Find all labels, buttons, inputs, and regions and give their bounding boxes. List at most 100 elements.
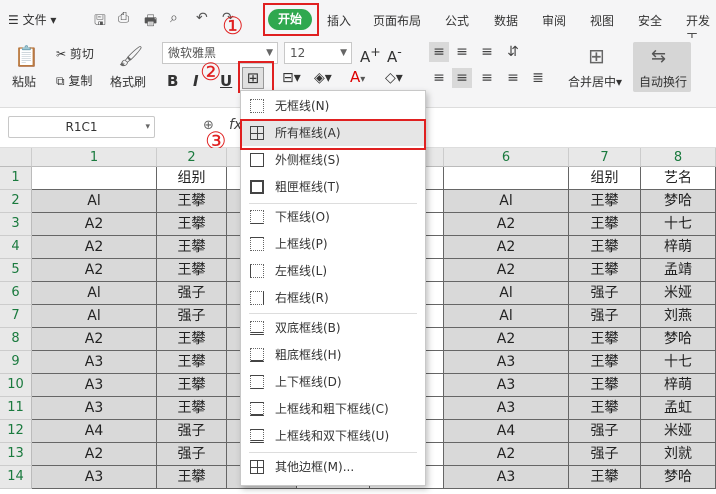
menu-item-bottom-border[interactable]: 下框线(O) — [241, 204, 425, 230]
table-cell[interactable]: A2 — [32, 236, 157, 259]
table-cell[interactable]: A2 — [444, 259, 569, 282]
copy-button[interactable]: ⧉ 复制 — [56, 72, 92, 89]
auto-wrap-button[interactable]: ⇆ 自动换行 — [633, 42, 691, 92]
row-header[interactable]: 10 — [0, 374, 32, 397]
print-preview-icon[interactable]: ⎙ — [118, 10, 129, 26]
table-cell[interactable]: A3 — [32, 466, 157, 489]
table-cell[interactable]: 梓萌 — [641, 236, 716, 259]
table-cell[interactable]: 强子 — [569, 420, 641, 443]
table-cell[interactable]: 王攀 — [569, 351, 641, 374]
row-header[interactable]: 13 — [0, 443, 32, 466]
table-cell[interactable]: 组别 — [157, 167, 227, 190]
table-cell[interactable]: 米娅 — [641, 282, 716, 305]
menu-item-top-bottom-border[interactable]: 上下框线(D) — [241, 369, 425, 395]
table-cell[interactable]: 艺名 — [641, 167, 716, 190]
increase-font-icon[interactable]: A+ — [360, 44, 381, 66]
table-cell[interactable]: 梓萌 — [641, 374, 716, 397]
table-cell[interactable]: A3 — [444, 397, 569, 420]
table-cell[interactable] — [444, 167, 569, 190]
table-cell[interactable]: A3 — [444, 351, 569, 374]
table-cell[interactable]: A3 — [444, 466, 569, 489]
table-cell[interactable]: 孟靖 — [641, 259, 716, 282]
align-left-icon[interactable]: ≡ — [429, 68, 449, 88]
table-cell[interactable]: A3 — [32, 397, 157, 420]
align-center-icon[interactable]: ≡ — [452, 68, 472, 88]
save-icon[interactable]: 🖫 — [94, 10, 106, 34]
file-menu[interactable]: ☰ 文件 ▾ — [8, 11, 56, 28]
paste-icon[interactable]: 📋 — [14, 44, 39, 68]
table-cell[interactable]: Al — [444, 305, 569, 328]
row-header[interactable]: 9 — [0, 351, 32, 374]
table-cell[interactable]: 王攀 — [157, 213, 227, 236]
row-header[interactable]: 11 — [0, 397, 32, 420]
font-size-select[interactable]: 12 ▼ — [284, 42, 352, 64]
table-cell[interactable]: 王攀 — [569, 328, 641, 351]
merge-center-button[interactable]: 合并居中▾ — [568, 73, 622, 90]
table-cell[interactable]: Al — [444, 190, 569, 213]
align-top-icon[interactable]: ≡ — [429, 42, 449, 62]
table-cell[interactable]: A2 — [444, 236, 569, 259]
table-cell[interactable]: 王攀 — [157, 190, 227, 213]
table-cell[interactable]: 王攀 — [569, 190, 641, 213]
tab-page-layout[interactable]: 页面布局 — [373, 12, 421, 29]
table-cell[interactable]: 强子 — [157, 282, 227, 305]
column-header[interactable]: 2 — [157, 148, 227, 167]
table-cell[interactable]: 强子 — [157, 305, 227, 328]
tab-security[interactable]: 安全 — [638, 12, 662, 29]
justify-icon[interactable]: ≡ — [503, 68, 523, 88]
row-header[interactable]: 12 — [0, 420, 32, 443]
undo-icon[interactable]: ↶ — [196, 10, 208, 26]
align-middle-icon[interactable]: ≡ — [452, 42, 472, 62]
menu-item-thick-bottom-border[interactable]: 粗底框线(H) — [241, 342, 425, 368]
table-cell[interactable]: 梦哈 — [641, 466, 716, 489]
tab-data[interactable]: 数据 — [494, 12, 518, 29]
table-cell[interactable]: 王攀 — [569, 397, 641, 420]
font-color-icon[interactable]: A▾ — [350, 68, 365, 86]
align-right-icon[interactable]: ≡ — [477, 68, 497, 88]
table-cell[interactable] — [32, 167, 157, 190]
format-painter-icon[interactable]: 🖌 — [118, 44, 143, 68]
table-cell[interactable]: 刘就 — [641, 443, 716, 466]
table-cell[interactable]: A3 — [444, 374, 569, 397]
column-header[interactable]: 7 — [569, 148, 641, 167]
row-header[interactable]: 7 — [0, 305, 32, 328]
table-cell[interactable]: A2 — [32, 328, 157, 351]
table-cell[interactable]: 组别 — [569, 167, 641, 190]
table-cell[interactable]: A3 — [32, 351, 157, 374]
orientation-icon[interactable]: ⇵ — [503, 42, 523, 62]
table-cell[interactable]: 十七 — [641, 213, 716, 236]
table-cell[interactable]: 梦哈 — [641, 328, 716, 351]
bold-button[interactable]: B — [167, 72, 178, 90]
menu-item-more-borders[interactable]: 其他边框(M)... — [241, 454, 425, 480]
table-cell[interactable]: 王攀 — [157, 259, 227, 282]
row-header[interactable]: 6 — [0, 282, 32, 305]
row-header[interactable]: 14 — [0, 466, 32, 489]
distributed-icon[interactable]: ≣ — [528, 68, 548, 88]
column-header[interactable]: 6 — [444, 148, 569, 167]
underline-button[interactable]: U — [220, 72, 232, 90]
table-cell[interactable]: Al — [32, 190, 157, 213]
search-icon[interactable]: ⌕ — [170, 10, 178, 26]
menu-item-top-border[interactable]: 上框线(P) — [241, 231, 425, 257]
table-cell[interactable]: 刘燕 — [641, 305, 716, 328]
table-cell[interactable]: 王攀 — [157, 466, 227, 489]
tab-insert[interactable]: 插入 — [327, 12, 351, 29]
table-cell[interactable]: A2 — [444, 443, 569, 466]
table-cell[interactable]: 王攀 — [569, 213, 641, 236]
table-cell[interactable]: A2 — [444, 213, 569, 236]
table-cell[interactable]: 强子 — [157, 420, 227, 443]
table-cell[interactable]: A3 — [32, 374, 157, 397]
merge-icon[interactable]: ⊞ — [588, 44, 605, 68]
row-header[interactable]: 4 — [0, 236, 32, 259]
table-cell[interactable]: 王攀 — [157, 236, 227, 259]
format-painter-button[interactable]: 格式刷 — [110, 73, 146, 90]
row-header[interactable]: 8 — [0, 328, 32, 351]
table-cell[interactable]: A4 — [444, 420, 569, 443]
align-bottom-icon[interactable]: ≡ — [477, 42, 497, 62]
table-cell[interactable]: 王攀 — [157, 351, 227, 374]
tab-formula[interactable]: 公式 — [445, 12, 469, 29]
table-cell[interactable]: 王攀 — [569, 259, 641, 282]
clear-format-icon[interactable]: ◇▾ — [385, 70, 403, 86]
table-cell[interactable]: 强子 — [569, 305, 641, 328]
table-cell[interactable]: 强子 — [569, 282, 641, 305]
